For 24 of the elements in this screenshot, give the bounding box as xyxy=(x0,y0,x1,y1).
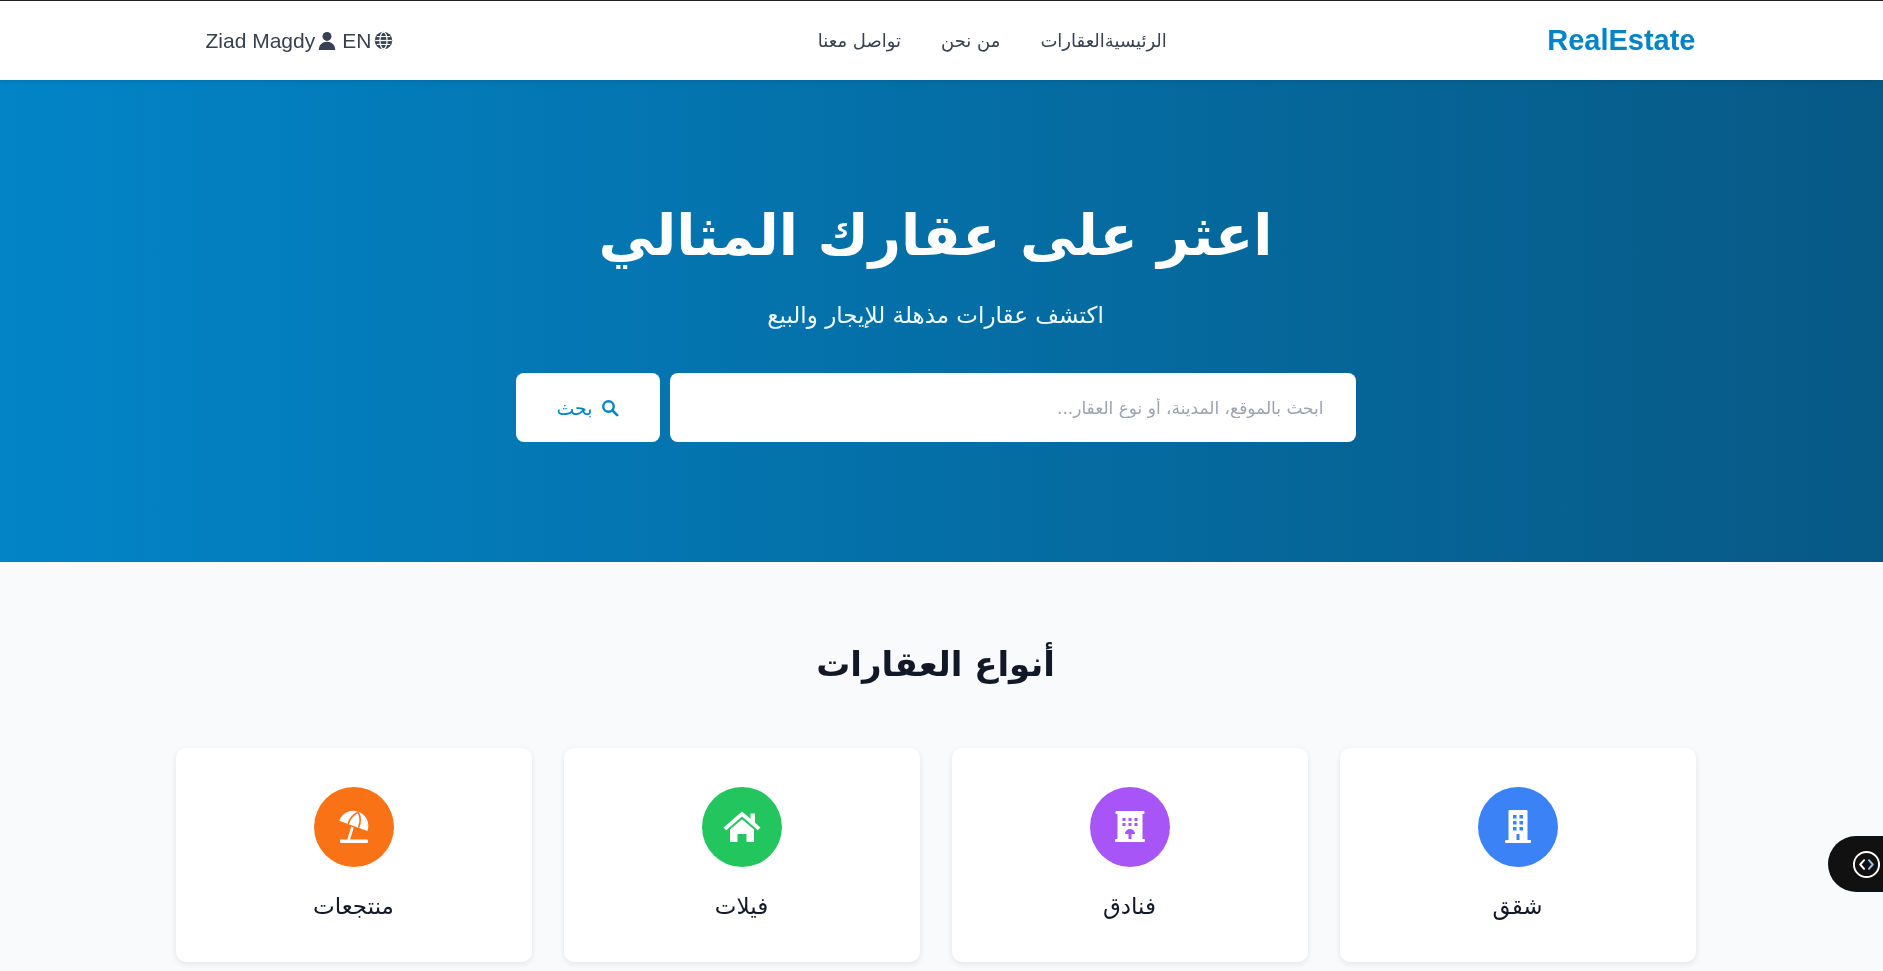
nav-link[interactable]: من نحن xyxy=(941,30,1001,51)
search-button[interactable]: بحث xyxy=(515,373,660,442)
nav-link[interactable]: تواصل معنا xyxy=(817,30,901,51)
hero-subtitle: اكتشف عقارات مذهلة للإيجار والبيع xyxy=(767,301,1104,331)
user-icon xyxy=(318,31,337,50)
property-type-card[interactable]: فيلات xyxy=(563,748,920,962)
globe-icon xyxy=(374,31,394,50)
floating-side-button[interactable] xyxy=(1828,836,1883,892)
property-type-label: شقق xyxy=(1492,892,1543,921)
code-icon xyxy=(1852,849,1881,879)
language-button[interactable]: EN xyxy=(342,28,394,53)
property-type-card[interactable]: شقق xyxy=(1339,748,1696,962)
nav-link[interactable]: الرئيسية xyxy=(1104,30,1167,51)
hero-title: اعثر على عقارك المثالي xyxy=(598,202,1273,271)
property-type-label: فنادق xyxy=(1103,892,1156,921)
nav-link[interactable]: العقارات xyxy=(1040,30,1105,51)
site-logo[interactable]: RealEstate xyxy=(1547,24,1696,57)
property-type-label: منتجعات xyxy=(313,892,394,921)
user-menu-button[interactable]: Ziad Magdy xyxy=(205,28,337,53)
property-type-card[interactable]: منتجعات xyxy=(175,748,532,962)
property-type-card[interactable]: فنادق xyxy=(951,748,1308,962)
search-icon xyxy=(600,398,619,417)
property-type-label: فيلات xyxy=(714,892,769,921)
section-title: أنواع العقارات xyxy=(816,642,1055,686)
